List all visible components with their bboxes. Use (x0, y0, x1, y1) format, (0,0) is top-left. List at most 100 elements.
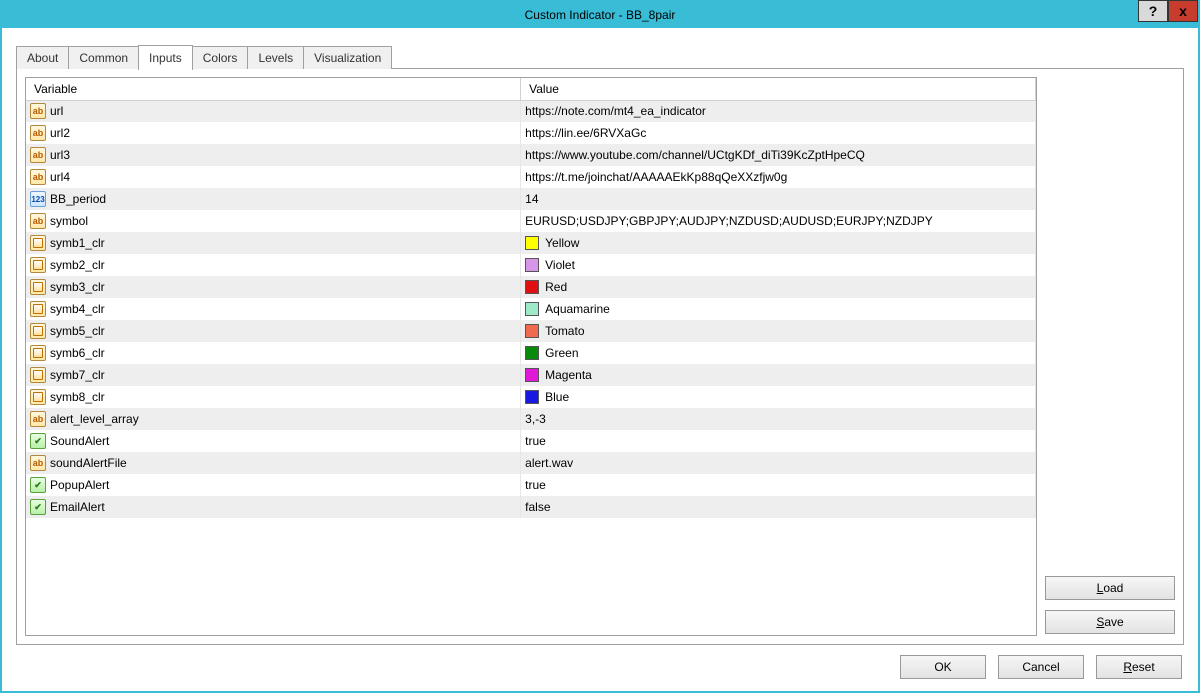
variable-name: symb1_clr (50, 236, 105, 250)
input-row[interactable]: 123 BB_period 14 (26, 188, 1036, 210)
variable-value: Magenta (545, 368, 592, 382)
input-row[interactable]: ab url3 https://www.youtube.com/channel/UC… (26, 144, 1036, 166)
color-type-icon (30, 235, 46, 251)
variable-value: true (525, 478, 546, 492)
input-row[interactable]: symb5_clr Tomato (26, 320, 1036, 342)
color-swatch (525, 390, 539, 404)
save-button[interactable]: Save (1045, 610, 1175, 634)
variable-name: soundAlertFile (50, 456, 127, 470)
variable-name: BB_period (50, 192, 106, 206)
string-type-icon: ab (30, 169, 46, 185)
input-row[interactable]: abalert_level_array3,-3 (26, 408, 1036, 430)
variable-name: url3 (50, 148, 70, 162)
variable-value: Red (545, 280, 567, 294)
load-button[interactable]: Load (1045, 576, 1175, 600)
close-button[interactable]: x (1168, 0, 1198, 22)
variable-name: symb5_clr (50, 324, 105, 338)
dialog-content: AboutCommonInputsColorsLevelsVisualizati… (2, 28, 1198, 691)
variable-name: symb3_clr (50, 280, 105, 294)
help-button[interactable]: ? (1138, 0, 1168, 22)
input-row[interactable]: ✔PopupAlerttrue (26, 474, 1036, 496)
tab-common[interactable]: Common (68, 46, 139, 69)
variable-name: symb6_clr (50, 346, 105, 360)
variable-value: Violet (545, 258, 575, 272)
string-type-icon: ab (30, 125, 46, 141)
color-swatch (525, 280, 539, 294)
variable-value: false (525, 500, 550, 514)
variable-value: https://lin.ee/6RVXaGc (525, 126, 646, 140)
color-type-icon (30, 367, 46, 383)
variable-value: https://t.me/joinchat/AAAAAEkKp88qQeXXzf… (525, 170, 787, 184)
color-swatch (525, 302, 539, 316)
color-type-icon (30, 301, 46, 317)
variable-value: Aquamarine (545, 302, 610, 316)
variable-name: symbol (50, 214, 88, 228)
tab-visualization[interactable]: Visualization (303, 46, 392, 69)
variable-name: url4 (50, 170, 70, 184)
color-type-icon (30, 323, 46, 339)
inputs-grid-area: Variable Value aburlhttps://note.com/mt4… (25, 77, 1037, 636)
column-header-variable[interactable]: Variable (26, 78, 521, 100)
input-row[interactable]: absymbolEURUSD;USDJPY;GBPJPY;AUDJPY;NZDU… (26, 210, 1036, 232)
variable-name: url2 (50, 126, 70, 140)
color-type-icon (30, 345, 46, 361)
string-type-icon: ab (30, 213, 46, 229)
reset-button[interactable]: Reset (1096, 655, 1182, 679)
variable-value: https://www.youtube.com/channel/UCtgKDf_… (525, 148, 865, 162)
tab-about[interactable]: About (16, 46, 69, 69)
input-row[interactable]: ab url4 https://t.me/joinchat/AAAAAEkKp88q… (26, 166, 1036, 188)
input-row[interactable]: symb1_clr Yellow (26, 232, 1036, 254)
variable-name: url (50, 104, 63, 118)
variable-name: symb4_clr (50, 302, 105, 316)
input-row[interactable]: aburl https://note.com/mt4_ea_indicator (26, 100, 1036, 122)
variable-name: symb2_clr (50, 258, 105, 272)
titlebar-buttons: ? x (1138, 0, 1198, 22)
bool-type-icon: ✔ (30, 477, 46, 493)
color-swatch (525, 324, 539, 338)
variable-value: 14 (525, 192, 538, 206)
tab-strip: AboutCommonInputsColorsLevelsVisualizati… (16, 45, 1184, 69)
color-swatch (525, 258, 539, 272)
tab-colors[interactable]: Colors (192, 46, 249, 69)
tab-inputs[interactable]: Inputs (138, 45, 193, 70)
color-type-icon (30, 279, 46, 295)
string-type-icon: ab (30, 411, 46, 427)
input-row[interactable]: symb7_clr Magenta (26, 364, 1036, 386)
inputs-grid[interactable]: Variable Value aburlhttps://note.com/mt4… (25, 77, 1037, 636)
input-row[interactable]: symb6_clr Green (26, 342, 1036, 364)
color-type-icon (30, 389, 46, 405)
input-row[interactable]: symb4_clr Aquamarine (26, 298, 1036, 320)
input-row[interactable]: symb2_clr Violet (26, 254, 1036, 276)
variable-name: symb7_clr (50, 368, 105, 382)
variable-value: Tomato (545, 324, 584, 338)
input-row[interactable]: ✔EmailAlertfalse (26, 496, 1036, 518)
string-type-icon: ab (30, 147, 46, 163)
cancel-button[interactable]: Cancel (998, 655, 1084, 679)
string-type-icon: ab (30, 103, 46, 119)
titlebar: Custom Indicator - BB_8pair ? x (2, 2, 1198, 28)
input-row[interactable]: ab url2 https://lin.ee/6RVXaGc (26, 122, 1036, 144)
color-swatch (525, 346, 539, 360)
input-row[interactable]: ✔ SoundAlert true (26, 430, 1036, 452)
tab-levels[interactable]: Levels (247, 46, 304, 69)
column-header-value[interactable]: Value (521, 78, 1036, 100)
integer-type-icon: 123 (30, 191, 46, 207)
input-row[interactable]: symb8_clr Blue (26, 386, 1036, 408)
variable-name: alert_level_array (50, 412, 139, 426)
variable-value: Blue (545, 390, 569, 404)
input-row[interactable]: ab soundAlertFile alert.wav (26, 452, 1036, 474)
variable-value: https://note.com/mt4_ea_indicator (525, 104, 706, 118)
variable-value: Yellow (545, 236, 579, 250)
tab-panel-inputs: Variable Value aburlhttps://note.com/mt4… (16, 68, 1184, 645)
variable-name: symb8_clr (50, 390, 105, 404)
bool-type-icon: ✔ (30, 499, 46, 515)
bool-type-icon: ✔ (30, 433, 46, 449)
string-type-icon: ab (30, 455, 46, 471)
variable-value: true (525, 434, 546, 448)
variable-value: Green (545, 346, 578, 360)
variable-name: SoundAlert (50, 434, 109, 448)
ok-button[interactable]: OK (900, 655, 986, 679)
input-row[interactable]: symb3_clr Red (26, 276, 1036, 298)
variable-value: alert.wav (525, 456, 573, 470)
side-button-area: Load Save (1045, 77, 1175, 636)
